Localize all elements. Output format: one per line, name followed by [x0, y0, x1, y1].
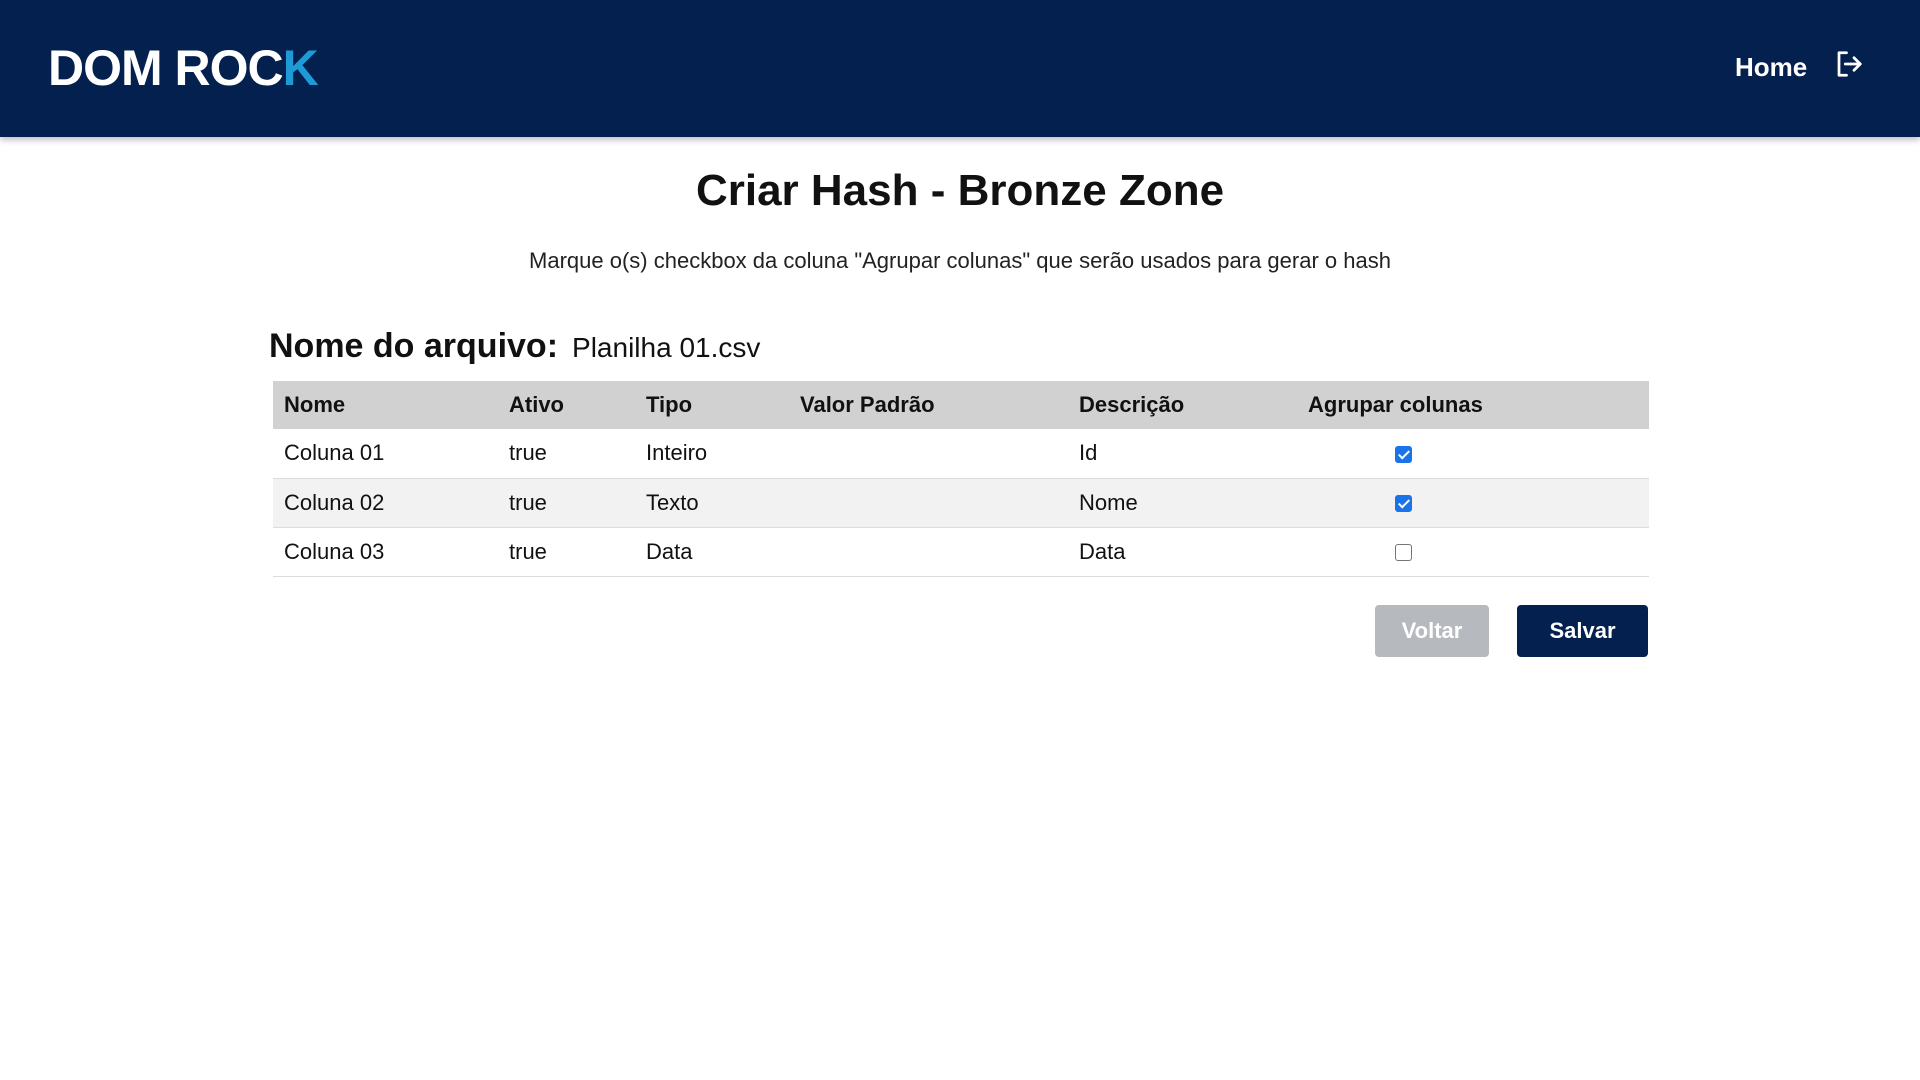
columns-table: Nome Ativo Tipo Valor Padrão Descrição A…: [273, 381, 1649, 577]
cell-descricao: Data: [1068, 527, 1297, 577]
header-nome: Nome: [273, 381, 498, 429]
logo-text: DOM ROC: [48, 40, 284, 96]
cell-ativo: true: [498, 478, 635, 528]
save-button[interactable]: Salvar: [1517, 605, 1648, 657]
header-ativo: Ativo: [498, 381, 635, 429]
back-button[interactable]: Voltar: [1375, 605, 1489, 657]
cell-agrupar: [1297, 429, 1649, 479]
logo-accent-letter: K: [282, 40, 319, 96]
header-valor-padrao: Valor Padrão: [789, 381, 1068, 429]
cell-tipo: Data: [635, 527, 789, 577]
table-row: Coluna 02 true Texto Nome: [273, 478, 1649, 528]
cell-valor-padrao: [789, 527, 1068, 577]
nav-home-link[interactable]: Home: [1735, 52, 1807, 83]
cell-valor-padrao: [789, 478, 1068, 528]
agrupar-checkbox[interactable]: [1395, 445, 1412, 463]
header-descricao: Descrição: [1068, 381, 1297, 429]
header-tipo: Tipo: [635, 381, 789, 429]
logout-icon[interactable]: [1834, 49, 1864, 79]
page-title: Criar Hash - Bronze Zone: [695, 166, 1225, 215]
table-row: Coluna 01 true Inteiro Id: [273, 429, 1649, 479]
dom-rock-logo[interactable]: DOM ROCK: [48, 40, 319, 96]
cell-valor-padrao: [789, 429, 1068, 479]
cell-nome: Coluna 02: [273, 478, 498, 528]
cell-descricao: Id: [1068, 429, 1297, 479]
agrupar-checkbox[interactable]: [1395, 544, 1412, 562]
cell-ativo: true: [498, 527, 635, 577]
agrupar-checkbox[interactable]: [1395, 495, 1412, 513]
file-name-label: Nome do arquivo:: [269, 327, 559, 365]
cell-tipo: Inteiro: [635, 429, 789, 479]
cell-agrupar: [1297, 527, 1649, 577]
top-navbar: DOM ROCK Home: [0, 0, 1920, 137]
page-instructions: Marque o(s) checkbox da coluna "Agrupar …: [529, 248, 1391, 273]
cell-nome: Coluna 01: [273, 429, 498, 479]
cell-tipo: Texto: [635, 478, 789, 528]
table-row: Coluna 03 true Data Data: [273, 527, 1649, 577]
table-header-row: Nome Ativo Tipo Valor Padrão Descrição A…: [273, 381, 1649, 429]
cell-agrupar: [1297, 478, 1649, 528]
file-name-row: Nome do arquivo: Planilha 01.csv: [269, 327, 760, 366]
cell-nome: Coluna 03: [273, 527, 498, 577]
cell-ativo: true: [498, 429, 635, 479]
file-name-value: Planilha 01.csv: [572, 332, 761, 363]
cell-descricao: Nome: [1068, 478, 1297, 528]
header-agrupar-colunas: Agrupar colunas: [1297, 381, 1649, 429]
